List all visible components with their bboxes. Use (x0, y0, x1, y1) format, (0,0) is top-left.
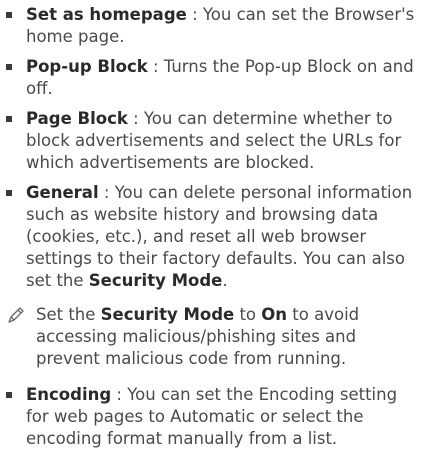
separator: : (147, 57, 164, 76)
list-item-popup-block: Pop-up Block : Turns the Pop-up Block on… (6, 56, 416, 100)
term-label: Page Block (26, 109, 128, 128)
separator: : (186, 5, 203, 24)
bullet-icon (6, 64, 12, 70)
note-security-mode: Security Mode (100, 305, 235, 324)
separator: : (111, 385, 128, 404)
term-label: General (26, 183, 99, 202)
security-mode-label: Security Mode (88, 271, 223, 290)
separator: : (127, 109, 144, 128)
period-text: . (222, 271, 228, 290)
separator: : (98, 183, 115, 202)
document-page: Set as homepage : You can set the Browse… (0, 0, 422, 450)
pencil-note-icon (6, 305, 26, 325)
term-label: Set as homepage (26, 5, 187, 24)
bullet-icon (6, 12, 12, 18)
list-item-general: General : You can delete personal inform… (6, 182, 416, 292)
term-label: Pop-up Block (26, 57, 148, 76)
note-block: Set the Security Mode to On to avoid acc… (6, 304, 416, 370)
bullet-icon (6, 190, 12, 196)
bullet-icon (6, 116, 12, 122)
term-label: Encoding (26, 385, 112, 404)
list-item-encoding: Encoding : You can set the Encoding sett… (6, 384, 416, 450)
note-text-part: to (234, 305, 262, 324)
list-item-set-as-homepage: Set as homepage : You can set the Browse… (6, 4, 416, 48)
note-text-part: Set the (36, 305, 101, 324)
list-item-page-block: Page Block : You can determine whether t… (6, 108, 416, 174)
bullet-icon (6, 392, 12, 398)
note-on: On (261, 305, 288, 324)
